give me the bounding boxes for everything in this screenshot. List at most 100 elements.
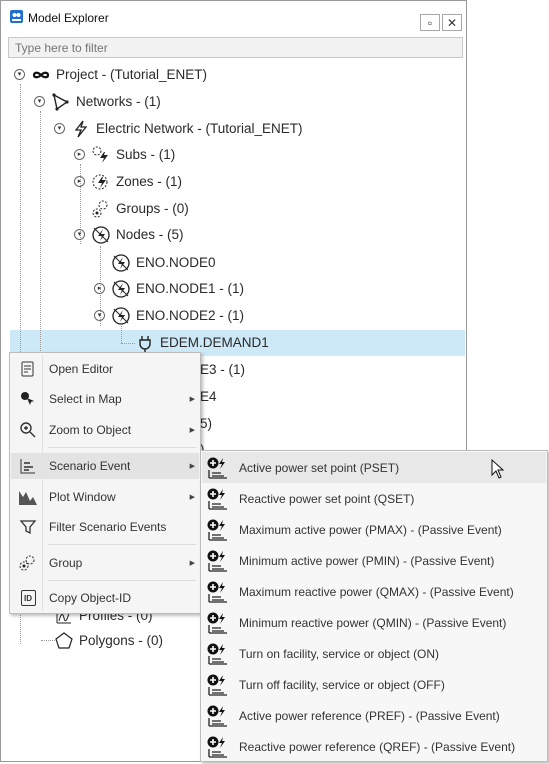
restore-button[interactable]: ▫ <box>420 14 440 31</box>
submenu-item-label: Turn off facility, service or object (OF… <box>239 677 445 692</box>
menu-item-zoom-to-object[interactable]: Zoom to Object ▶ <box>11 417 199 443</box>
add-event-icon <box>207 736 227 758</box>
menu-item-open-editor[interactable]: Open Editor <box>11 356 199 382</box>
expand-toggle-icon[interactable]: ▸ <box>74 149 85 160</box>
menu-item-label: Group <box>49 556 83 570</box>
scenario-event-submenu: Active power set point (PSET) Reactive p… <box>200 450 548 762</box>
submenu-item-label: Active power set point (PSET) <box>239 460 400 475</box>
subs-icon <box>92 146 108 163</box>
collapse-toggle-icon[interactable]: ▾ <box>54 123 65 134</box>
tree-item-label: Nodes - (5) <box>116 227 184 242</box>
tree-item-node2[interactable]: ▾ ENO.NODE2 - (1) <box>94 303 244 328</box>
plot-window-icon <box>17 486 39 508</box>
expand-toggle-icon[interactable]: ▸ <box>74 176 85 187</box>
submenu-arrow-icon: ▶ <box>189 396 195 403</box>
plug-icon <box>139 335 151 352</box>
menu-item-label: Select in Map <box>49 392 122 406</box>
tree-item-electric-network[interactable]: ▾ Electric Network - (Tutorial_ENET) <box>54 116 303 141</box>
tree-item-label: E4 <box>200 389 217 404</box>
groups-icon <box>92 200 108 217</box>
collapse-toggle-icon[interactable]: ▾ <box>94 310 105 321</box>
submenu-item-pmax[interactable]: Maximum active power (PMAX) - (Passive E… <box>202 514 546 545</box>
tree-item-label: Electric Network - (Tutorial_ENET) <box>96 121 303 136</box>
submenu-item-pref[interactable]: Active power reference (PREF) - (Passive… <box>202 700 546 731</box>
add-event-icon <box>207 488 227 510</box>
submenu-item-qmax[interactable]: Maximum reactive power (QMAX) - (Passive… <box>202 576 546 607</box>
tree-item-node4[interactable]: E4 <box>200 384 217 409</box>
submenu-item-label: Reactive power set point (QSET) <box>239 491 415 506</box>
menu-item-plot-window[interactable]: Plot Window ▶ <box>11 484 199 510</box>
tree-item-node3[interactable]: E3 - (1) <box>200 357 245 382</box>
tree-item-label: Project - (Tutorial_ENET) <box>56 67 208 82</box>
add-event-icon <box>207 612 227 634</box>
menu-item-label: Plot Window <box>49 490 116 504</box>
tree-item-zones[interactable]: ▸ Zones - (1) <box>74 169 182 194</box>
copy-id-icon: ID <box>17 587 39 609</box>
submenu-arrow-icon: ▶ <box>189 463 195 470</box>
menu-item-label: Scenario Event <box>49 459 131 473</box>
copy-id-badge: ID <box>20 590 36 606</box>
collapse-toggle-icon[interactable]: ▾ <box>74 229 85 240</box>
menu-item-scenario-event[interactable]: Scenario Event ▶ <box>11 453 199 479</box>
submenu-item-qset[interactable]: Reactive power set point (QSET) <box>202 483 546 514</box>
tree-item-subs[interactable]: ▸ Subs - (1) <box>74 142 175 167</box>
submenu-arrow-icon: ▶ <box>189 427 195 434</box>
submenu-item-label: Reactive power reference (QREF) - (Passi… <box>239 739 516 754</box>
tree-item-node0[interactable]: ENO.NODE0 <box>111 250 216 275</box>
submenu-item-on[interactable]: Turn on facility, service or object (ON) <box>202 638 546 669</box>
group-icon <box>17 552 39 574</box>
add-event-icon <box>207 705 227 727</box>
tree-item-label: Subs - (1) <box>116 147 176 162</box>
lightning-icon <box>74 120 88 137</box>
close-button[interactable]: ✕ <box>442 14 462 31</box>
submenu-arrow-icon: ▶ <box>189 560 195 567</box>
tree-item-polygons[interactable]: Polygons - (0) <box>54 628 163 653</box>
select-map-icon <box>17 388 39 410</box>
filter-input[interactable] <box>8 37 463 58</box>
filter-icon <box>17 516 39 538</box>
add-event-icon <box>207 674 227 696</box>
restore-icon: ▫ <box>427 15 433 30</box>
menu-item-copy-object-id[interactable]: ID Copy Object-ID <box>11 585 199 611</box>
menu-item-label: Copy Object-ID <box>49 591 132 605</box>
menu-item-select-in-map[interactable]: Select in Map ▶ <box>11 386 199 412</box>
tree-item-label: Groups - (0) <box>116 201 189 216</box>
tree-item-hidden-a[interactable]: 5) <box>200 411 212 436</box>
tree-item-nodes[interactable]: ▾ Nodes - (5) <box>74 222 184 247</box>
tree-item-project[interactable]: ▾ Project - (Tutorial_ENET) <box>14 62 207 87</box>
title-bar: Model Explorer ▫ ✕ <box>1 1 466 33</box>
add-event-icon <box>207 519 227 541</box>
mouse-pointer-icon <box>491 459 505 479</box>
tree-item-label: E3 - (1) <box>200 362 246 377</box>
submenu-item-label: Minimum reactive power (QMIN) - (Passive… <box>239 615 507 630</box>
submenu-item-label: Active power reference (PREF) - (Passive… <box>239 708 500 723</box>
add-event-icon <box>207 643 227 665</box>
menu-item-group[interactable]: Group ▶ <box>11 550 199 576</box>
tree-item-networks[interactable]: ▾ Networks - (1) <box>34 89 161 114</box>
submenu-arrow-icon: ▶ <box>189 494 195 501</box>
tree-item-node1[interactable]: ▸ ENO.NODE1 - (1) <box>94 276 244 301</box>
menu-item-label: Open Editor <box>49 362 114 376</box>
tree-item-label: ENO.NODE0 <box>136 255 216 270</box>
zoom-icon <box>17 419 39 441</box>
submenu-item-qref[interactable]: Reactive power reference (QREF) - (Passi… <box>202 731 546 762</box>
network-icon <box>52 92 69 111</box>
submenu-item-label: Minimum active power (PMIN) - (Passive E… <box>239 553 495 568</box>
app-logo-icon <box>10 10 23 23</box>
infinity-icon <box>32 71 50 78</box>
menu-item-filter-scenario-events[interactable]: Filter Scenario Events <box>11 514 199 540</box>
submenu-item-qmin[interactable]: Minimum reactive power (QMIN) - (Passive… <box>202 607 546 638</box>
add-event-icon <box>207 581 227 603</box>
submenu-item-label: Turn on facility, service or object (ON) <box>239 646 440 661</box>
submenu-item-pmin[interactable]: Minimum active power (PMIN) - (Passive E… <box>202 545 546 576</box>
menu-item-label: Filter Scenario Events <box>49 520 167 534</box>
submenu-item-off[interactable]: Turn off facility, service or object (OF… <box>202 669 546 700</box>
editor-icon <box>17 358 39 380</box>
tree-item-label: Zones - (1) <box>116 174 183 189</box>
expand-toggle-icon[interactable]: ▸ <box>94 283 105 294</box>
collapse-toggle-icon[interactable]: ▾ <box>14 69 25 80</box>
polygon-icon <box>55 631 73 649</box>
collapse-toggle-icon[interactable]: ▾ <box>34 96 45 107</box>
tree-item-label: EDEM.DEMAND1 <box>160 335 269 350</box>
tree-item-groups[interactable]: Groups - (0) <box>91 196 189 221</box>
